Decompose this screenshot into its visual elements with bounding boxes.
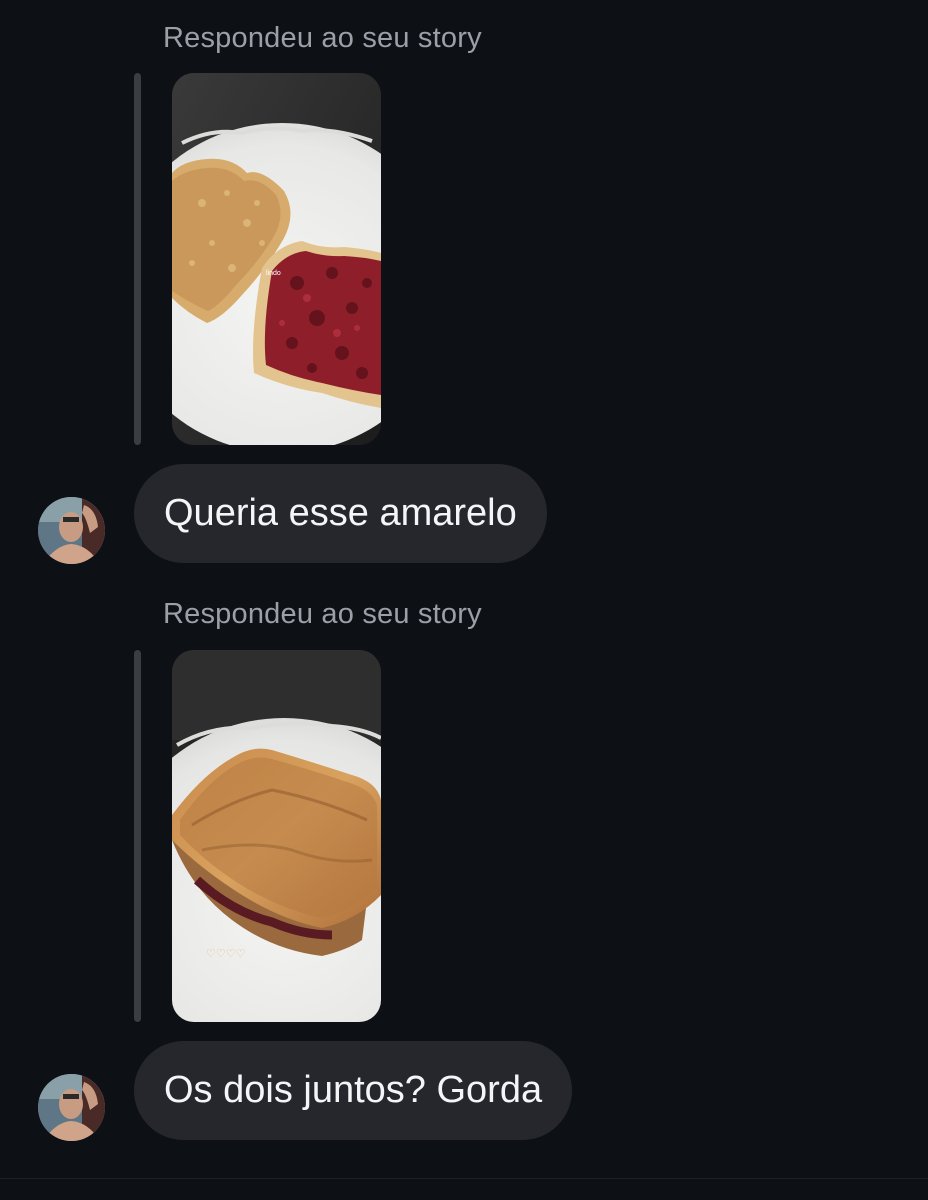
story-caption: ♡♡♡♡ — [206, 947, 245, 960]
quote-bar — [134, 650, 141, 1022]
profile-photo — [38, 1074, 105, 1141]
peanut-butter-jelly-photo: lindo — [172, 73, 381, 445]
toasted-sandwich-photo: ♡♡♡♡ — [172, 650, 381, 1022]
profile-photo — [38, 497, 105, 564]
story-preview-sandwich[interactable]: ♡♡♡♡ — [172, 650, 381, 1022]
divider — [0, 1178, 928, 1179]
reply-context-label: Respondeu ao seu story — [163, 598, 482, 630]
story-preview-pbj[interactable]: lindo — [172, 73, 381, 445]
avatar[interactable] — [38, 1074, 105, 1141]
message-bubble[interactable]: Queria esse amarelo — [134, 464, 547, 563]
message-bubble[interactable]: Os dois juntos? Gorda — [134, 1041, 573, 1140]
quote-bar — [134, 73, 141, 445]
reply-context-label: Respondeu ao seu story — [163, 22, 482, 54]
chat-thread: Respondeu ao seu story lindo Queria esse… — [0, 0, 928, 1200]
story-caption: lindo — [266, 270, 281, 277]
avatar[interactable] — [38, 497, 105, 564]
